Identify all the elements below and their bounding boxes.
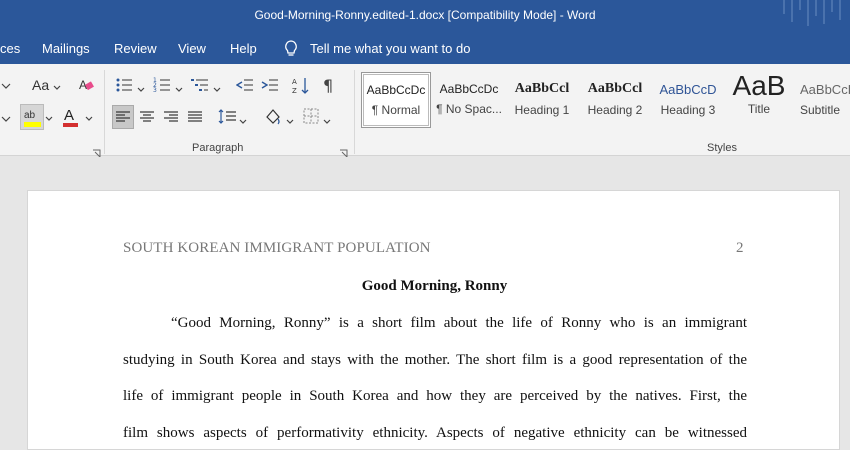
style-sample: AaBbCcl [587,81,643,96]
highlight-color-button[interactable]: ab [20,104,44,130]
show-paragraph-marks-icon[interactable]: ¶ [323,76,333,95]
running-head: SOUTH KOREAN IMMIGRANT POPULATION [123,240,431,256]
svg-text:A: A [64,107,74,124]
tab-review[interactable]: Review [114,41,157,56]
sort-icon[interactable]: AZ [292,76,310,100]
document-page[interactable]: SOUTH KOREAN IMMIGRANT POPULATION 2 Good… [27,190,840,450]
shading-dropdown-icon[interactable] [285,112,295,131]
line-spacing-icon[interactable] [218,107,238,131]
window-title: Good-Morning-Ronny.edited-1.docx [Compat… [254,8,596,22]
style-sample: AaBbCcDc [366,83,426,97]
change-case-button[interactable]: Aa [32,77,49,93]
svg-text:A: A [292,78,297,86]
highlighter-icon: ab [24,110,41,127]
clear-formatting-icon[interactable]: A [78,77,94,97]
tab-help[interactable]: Help [230,41,257,56]
style-subtitle[interactable]: AaBbCcD Subtitle [795,72,850,128]
borders-dropdown-icon[interactable] [322,112,332,131]
style-name: Subtitle [800,103,841,117]
title-bar-decoration [783,0,841,26]
numbering-dropdown-icon[interactable] [174,80,184,99]
align-left-button[interactable] [112,105,134,129]
paragraph-group-label: Paragraph [192,142,244,154]
tab-mailings[interactable]: Mailings [42,41,90,56]
font-color-dropdown-icon[interactable] [84,110,94,129]
shading-icon[interactable] [263,107,283,131]
style-sample: AaBbCcl [514,81,570,96]
group-separator [104,70,105,154]
change-case-dropdown-icon[interactable] [52,78,62,97]
font-color-icon[interactable]: A [61,106,81,132]
justify-icon[interactable] [186,107,204,131]
body-line[interactable]: film shows aspects of performativity eth… [123,425,747,442]
style-sample: AaB [732,72,786,101]
style-name: Title [747,102,771,116]
multilevel-list-icon[interactable] [191,76,209,98]
style-name: ¶ Normal [371,103,421,117]
increase-indent-icon[interactable] [261,76,279,98]
page-number: 2 [736,240,744,256]
bullets-dropdown-icon[interactable] [136,80,146,99]
style-name: Heading 1 [514,103,570,117]
align-center-icon[interactable] [138,107,156,131]
style-title[interactable]: AaB Title [724,72,794,128]
style-heading-2[interactable]: AaBbCcl Heading 2 [580,72,650,128]
style-name: ¶ No Spac... [436,102,502,116]
text-effects-dropdown-icon[interactable] [0,110,12,129]
style-sample: AaBbCcD [800,82,850,97]
body-line[interactable]: life of immigrant people in South Korea … [123,388,747,405]
group-separator [354,70,355,154]
line-spacing-dropdown-icon[interactable] [238,112,248,131]
decrease-indent-icon[interactable] [235,76,254,98]
style-heading-1[interactable]: AaBbCcl Heading 1 [507,72,577,128]
font-size-dropdown-icon[interactable] [0,77,12,91]
styles-group-label: Styles [707,142,737,154]
style-heading-3[interactable]: AaBbCcD Heading 3 [653,72,723,128]
body-line[interactable]: “Good Morning, Ronny” is a short film ab… [123,315,747,332]
multilevel-dropdown-icon[interactable] [212,80,222,99]
tab-references[interactable]: ces [0,41,20,56]
style-sample: AaBbCcD [659,82,717,97]
style-no-spacing[interactable]: AaBbCcDc ¶ No Spac... [434,72,504,128]
style-name: Heading 2 [587,103,643,117]
title-bar: Good-Morning-Ronny.edited-1.docx [Compat… [0,0,850,32]
bullets-icon[interactable] [115,76,133,98]
borders-icon[interactable] [302,107,320,129]
svg-text:Z: Z [292,87,297,95]
document-canvas[interactable]: SOUTH KOREAN IMMIGRANT POPULATION 2 Good… [0,157,850,450]
style-sample: AaBbCcDc [439,82,499,96]
align-right-icon[interactable] [162,107,180,131]
ribbon-tabs: ces Mailings Review View Help Tell me wh… [0,32,850,64]
svg-text:ab: ab [24,110,36,121]
svg-text:3: 3 [153,87,157,94]
style-normal[interactable]: AaBbCcDc ¶ Normal [361,72,431,128]
align-left-icon [116,111,130,122]
style-name: Heading 3 [660,103,716,117]
tell-me-search[interactable]: Tell me what you want to do [310,41,470,56]
body-line[interactable]: studying in South Korea and stays with t… [123,352,747,369]
highlight-dropdown-icon[interactable] [44,110,54,129]
document-title: Good Morning, Ronny [361,278,508,294]
lightbulb-icon[interactable] [284,40,298,57]
numbering-icon[interactable]: 123 [153,76,171,98]
tab-view[interactable]: View [178,41,206,56]
